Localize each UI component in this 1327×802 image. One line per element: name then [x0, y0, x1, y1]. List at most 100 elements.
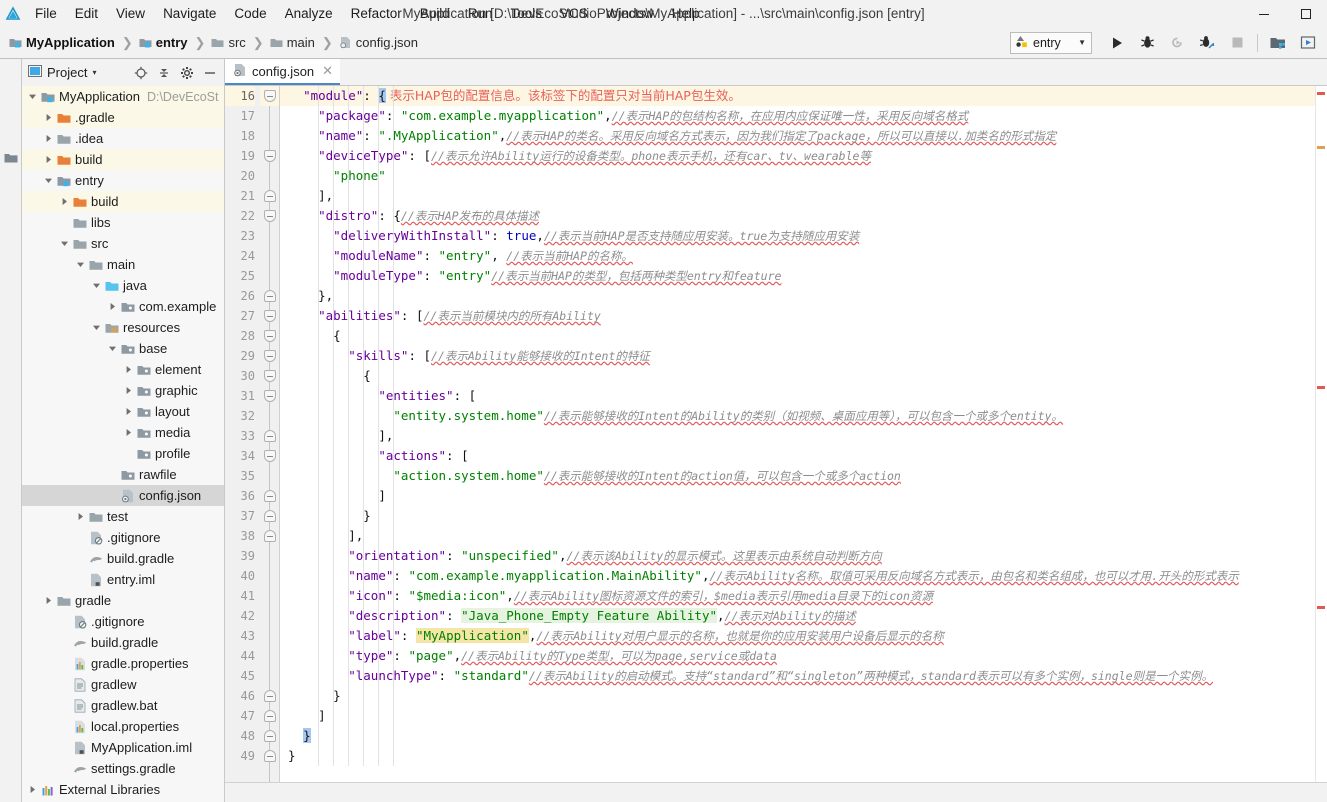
code-line[interactable]: "entities": [ [280, 386, 1315, 406]
minimize-icon[interactable] [1243, 0, 1285, 27]
tree-expand-arrow-icon[interactable] [58, 632, 71, 653]
close-icon[interactable]: ✕ [322, 63, 333, 79]
tree-expand-arrow-icon[interactable] [106, 464, 119, 485]
code-line[interactable]: } [280, 746, 1315, 766]
tree-expand-arrow-icon[interactable] [26, 779, 39, 800]
code-line[interactable]: "launchType": "standard"//表示Ability的启动模式… [280, 666, 1315, 686]
tree-item-entry-iml[interactable]: entry.iml [22, 569, 224, 590]
fold-row[interactable] [260, 726, 279, 746]
error-marker[interactable] [1317, 606, 1325, 609]
tree-expand-arrow-icon[interactable] [90, 275, 103, 296]
tree-expand-arrow-icon[interactable] [26, 86, 39, 107]
code-line[interactable]: "name": ".MyApplication",//表示HAP的类名。采用反向… [280, 126, 1315, 146]
menu-item-navigate[interactable]: Navigate [154, 3, 225, 25]
tree-item-myapplication[interactable]: MyApplication D:\DevEcoSt [22, 86, 224, 107]
breadcrumb-item-src[interactable]: src [208, 34, 248, 51]
tree-item-local-properties[interactable]: local.properties [22, 716, 224, 737]
fold-row[interactable] [260, 86, 279, 106]
tree-item-gradle[interactable]: .gradle [22, 107, 224, 128]
tree-item-settings-gradle[interactable]: settings.gradle [22, 758, 224, 779]
fold-row[interactable] [260, 406, 279, 426]
fold-collapse-icon[interactable] [264, 90, 276, 102]
code-line[interactable]: "deliveryWithInstall": true,//表示当前HAP是否支… [280, 226, 1315, 246]
tree-item-build[interactable]: build [22, 149, 224, 170]
code-line[interactable]: "skills": [//表示Ability能够接收的Intent的特征 [280, 346, 1315, 366]
error-marker[interactable] [1317, 386, 1325, 389]
fold-row[interactable] [260, 426, 279, 446]
fold-collapse-icon[interactable] [264, 750, 276, 762]
tree-expand-arrow-icon[interactable] [74, 569, 87, 590]
error-marker[interactable] [1317, 92, 1325, 95]
fold-row[interactable] [260, 286, 279, 306]
tree-item-gitignore[interactable]: .gitignore [22, 527, 224, 548]
tree-expand-arrow-icon[interactable] [106, 485, 119, 506]
code-line[interactable]: "moduleType": "entry"//表示当前HAP的类型，包括两种类型… [280, 266, 1315, 286]
menu-item-run[interactable]: Run [459, 3, 502, 25]
breadcrumb[interactable]: MyApplication ❯ entry ❯ src ❯ main ❯ con… [6, 34, 421, 51]
fold-row[interactable] [260, 666, 279, 686]
maximize-icon[interactable] [1285, 0, 1327, 27]
tree-item-gradle-properties[interactable]: gradle.properties [22, 653, 224, 674]
fold-row[interactable] [260, 706, 279, 726]
code-line[interactable]: "module": { 表示HAP包的配置信息。该标签下的配置只对当前HAP包生… [280, 86, 1315, 106]
fold-row[interactable] [260, 366, 279, 386]
tree-item-entry[interactable]: entry [22, 170, 224, 191]
menu-item-vcs[interactable]: VCS [551, 3, 597, 25]
code-line[interactable]: "label": "MyApplication",//表示Ability对用户显… [280, 626, 1315, 646]
chevron-down-icon[interactable]: ▾ [92, 68, 96, 77]
code-line[interactable]: "name": "com.example.myapplication.MainA… [280, 566, 1315, 586]
fold-row[interactable] [260, 446, 279, 466]
menu-item-view[interactable]: View [107, 3, 154, 25]
fold-row[interactable] [260, 606, 279, 626]
tree-expand-arrow-icon[interactable] [58, 737, 71, 758]
tree-expand-arrow-icon[interactable] [42, 590, 55, 611]
menu-item-code[interactable]: Code [225, 3, 275, 25]
tree-item-gradle[interactable]: gradle [22, 590, 224, 611]
code-line[interactable]: "action.system.home"//表示能够接收的Intent的acti… [280, 466, 1315, 486]
fold-row[interactable] [260, 686, 279, 706]
code-line[interactable]: "abilities": [//表示当前模块内的所有Ability [280, 306, 1315, 326]
error-marker-strip[interactable] [1315, 86, 1327, 782]
code-line[interactable]: "phone" [280, 166, 1315, 186]
code-line[interactable]: "entity.system.home"//表示能够接收的Intent的Abil… [280, 406, 1315, 426]
code-line[interactable]: ], [280, 426, 1315, 446]
tree-expand-arrow-icon[interactable] [58, 233, 71, 254]
code-line[interactable]: "distro": {//表示HAP发布的具体描述 [280, 206, 1315, 226]
collapse-all-icon[interactable] [153, 62, 174, 83]
tree-item-com-example[interactable]: com.example [22, 296, 224, 317]
code-line[interactable]: "type": "page",//表示Ability的Type类型，可以为pag… [280, 646, 1315, 666]
tree-expand-arrow-icon[interactable] [58, 758, 71, 779]
fold-collapse-icon[interactable] [264, 730, 276, 742]
fold-row[interactable] [260, 326, 279, 346]
tree-item-element[interactable]: element [22, 359, 224, 380]
code-content-area[interactable]: "module": { 表示HAP包的配置信息。该标签下的配置只对当前HAP包生… [280, 86, 1315, 782]
tree-item-build-gradle[interactable]: build.gradle [22, 548, 224, 569]
tree-expand-arrow-icon[interactable] [122, 422, 135, 443]
tree-expand-arrow-icon[interactable] [58, 212, 71, 233]
menu-item-analyze[interactable]: Analyze [276, 3, 342, 25]
fold-row[interactable] [260, 646, 279, 666]
breadcrumb-item-main[interactable]: main [267, 34, 318, 51]
code-line[interactable]: "package": "com.example.myapplication",/… [280, 106, 1315, 126]
tree-expand-arrow-icon[interactable] [90, 317, 103, 338]
tree-expand-arrow-icon[interactable] [74, 527, 87, 548]
code-editor[interactable]: 16 17 18 19 20 21 22 23 24 25 26 27 28 29 30 31 32 33 34 35… [225, 86, 1327, 782]
tree-expand-arrow-icon[interactable] [74, 254, 87, 275]
tree-expand-arrow-icon[interactable] [42, 107, 55, 128]
menu-item-help[interactable]: Help [663, 3, 709, 25]
fold-row[interactable] [260, 266, 279, 286]
tree-item-rawfile[interactable]: rawfile [22, 464, 224, 485]
code-line[interactable]: { [280, 366, 1315, 386]
tree-item-base[interactable]: base [22, 338, 224, 359]
code-line[interactable]: { [280, 326, 1315, 346]
tree-item-profile[interactable]: profile [22, 443, 224, 464]
fold-collapse-icon[interactable] [264, 430, 276, 442]
fold-row[interactable] [260, 126, 279, 146]
tree-expand-arrow-icon[interactable] [58, 191, 71, 212]
fold-row[interactable] [260, 386, 279, 406]
tree-expand-arrow-icon[interactable] [122, 401, 135, 422]
code-line[interactable]: "description": "Java_Phone_Empty Feature… [280, 606, 1315, 626]
breadcrumb-item-entry[interactable]: entry [136, 34, 191, 51]
locate-icon[interactable] [130, 62, 151, 83]
menu-item-refactor[interactable]: Refactor [342, 3, 411, 25]
